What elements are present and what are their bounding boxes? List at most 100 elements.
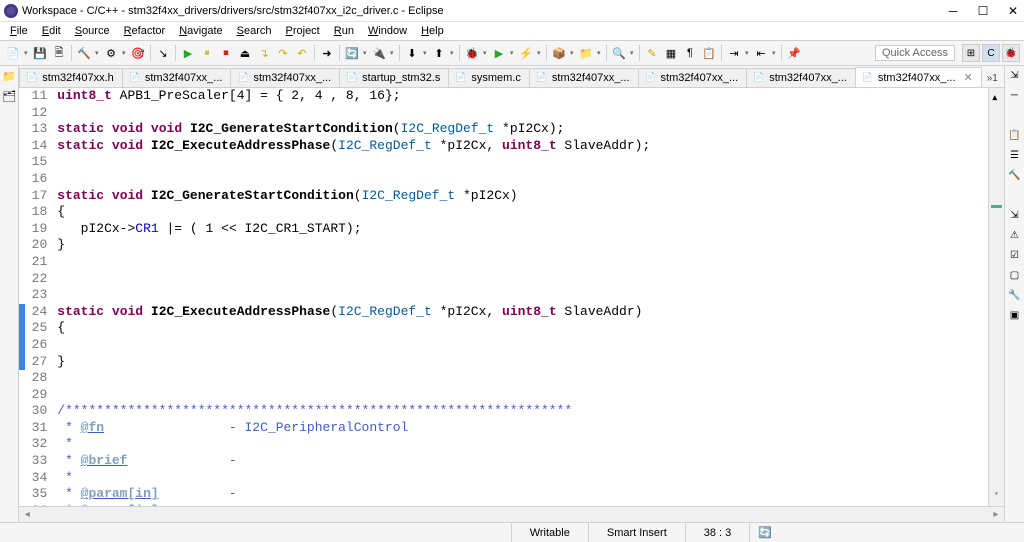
suspend-icon[interactable]: ⏸: [198, 44, 216, 62]
tab-label: stm32f407xx_...: [253, 72, 331, 84]
debug-icon[interactable]: 🐞: [463, 44, 481, 62]
tab-label: stm32f407xx.h: [42, 72, 114, 84]
editor-tab[interactable]: 📄sysmem.c: [448, 68, 530, 87]
disconnect-icon[interactable]: ⏏: [236, 44, 254, 62]
status-writable: Writable: [511, 523, 588, 542]
menu-search[interactable]: Search: [231, 24, 278, 38]
step-into-icon[interactable]: ↴: [255, 44, 273, 62]
new-project-icon[interactable]: 📁: [577, 44, 595, 62]
properties-icon[interactable]: 🔧: [1007, 290, 1021, 304]
build-targets-icon[interactable]: 🔨: [1007, 170, 1021, 184]
editor-tab[interactable]: 📄stm32f407xx_...: [122, 68, 232, 87]
open-type-icon[interactable]: ⬆: [430, 44, 448, 62]
cpp-perspective-icon[interactable]: C: [982, 44, 1000, 62]
task-list-icon[interactable]: ☰: [1007, 150, 1021, 164]
scroll-right-icon[interactable]: ▸: [988, 509, 1004, 520]
prev-annotation-icon[interactable]: ⇤: [752, 44, 770, 62]
restore-icon[interactable]: ⇲: [1007, 70, 1021, 84]
h-file-icon: 📄: [26, 72, 38, 84]
restart-icon[interactable]: 🔄: [343, 44, 361, 62]
scroll-left-icon[interactable]: ◂: [19, 509, 35, 520]
menu-source[interactable]: Source: [69, 24, 116, 38]
c-file-icon: 📄: [645, 72, 657, 84]
build-target-icon[interactable]: 🎯: [129, 44, 147, 62]
debug-perspective-icon[interactable]: 🐞: [1002, 44, 1020, 62]
toggle-word-icon[interactable]: 📋: [700, 44, 718, 62]
editor-tab[interactable]: 📄stm32f407xx_...✕: [855, 67, 982, 87]
step-return-icon[interactable]: ↶: [293, 44, 311, 62]
outline-icon[interactable]: 📋: [1007, 130, 1021, 144]
menu-refactor[interactable]: Refactor: [118, 24, 172, 38]
menu-window[interactable]: Window: [362, 24, 413, 38]
skip-breakpoints-icon[interactable]: ↘: [154, 44, 172, 62]
toggle-mark-icon[interactable]: ✎: [643, 44, 661, 62]
minimize-view-icon[interactable]: ─: [1007, 90, 1021, 104]
main-toolbar: 📄▾ 💾 🗎 🔨▾ ⚙▾ 🎯 ↘ ▶ ⏸ ⏹ ⏏ ↴ ↷ ↶ ➜ 🔄▾ 🔌▾ ⬇…: [0, 40, 1024, 66]
tab-label: stm32f407xx_...: [145, 72, 223, 84]
editor-tab[interactable]: 📄 stm32f407xx_...: [230, 68, 340, 87]
menu-file[interactable]: File: [4, 24, 34, 38]
tab-label: startup_stm32.s: [362, 72, 440, 84]
pin-editor-icon[interactable]: 📌: [785, 44, 803, 62]
project-explorer-icon[interactable]: 📁: [2, 70, 16, 84]
tabs-overflow[interactable]: »1: [981, 70, 1004, 87]
maximize-button[interactable]: ☐: [976, 4, 990, 18]
menu-project[interactable]: Project: [280, 24, 326, 38]
tab-label: sysmem.c: [471, 72, 521, 84]
save-all-icon[interactable]: 🗎: [50, 44, 68, 62]
updates-icon[interactable]: 🔄: [758, 526, 772, 539]
tasks-icon[interactable]: ☑: [1007, 250, 1021, 264]
terminal-icon[interactable]: ▣: [1007, 310, 1021, 324]
editor-tab[interactable]: 📄 startup_stm32.s: [339, 68, 449, 87]
search-icon[interactable]: 🔍: [610, 44, 628, 62]
left-trim: 📁 🗂: [0, 66, 19, 522]
build-config-icon[interactable]: ⚙: [102, 44, 120, 62]
restore-icon-2[interactable]: ⇲: [1007, 210, 1021, 224]
menu-run[interactable]: Run: [328, 24, 360, 38]
horizontal-scrollbar[interactable]: ◂ ▸: [19, 506, 1004, 522]
instruction-step-icon[interactable]: ➜: [318, 44, 336, 62]
window-title: Workspace - C/C++ - stm32f4xx_drivers/dr…: [22, 5, 946, 17]
status-insert: Smart Insert: [588, 523, 685, 542]
new-icon[interactable]: 📄: [4, 44, 22, 62]
code-editor[interactable]: 1112131415161718192021222324252627282930…: [19, 88, 1004, 506]
open-element-icon[interactable]: ⬇: [403, 44, 421, 62]
run-icon[interactable]: ▶: [490, 44, 508, 62]
c-file-icon: 📄: [237, 72, 249, 84]
tab-label: stm32f407xx_...: [661, 72, 739, 84]
problems-icon[interactable]: ⚠: [1007, 230, 1021, 244]
build-icon[interactable]: 🔨: [75, 44, 93, 62]
terminate-icon[interactable]: ⏹: [217, 44, 235, 62]
menu-help[interactable]: Help: [415, 24, 450, 38]
right-trim: ⇲ ─ 📋 ☰ 🔨 ⇲ ⚠ ☑ ▢ 🔧 ▣: [1005, 66, 1024, 522]
editor-tab[interactable]: 📄 stm32f407xx_...: [638, 68, 748, 87]
new-class-icon[interactable]: 📦: [550, 44, 568, 62]
s-file-icon: 📄: [346, 72, 358, 84]
new-dropdown[interactable]: ▾: [23, 49, 30, 57]
vertical-scrollbar[interactable]: ▴ ▾: [988, 88, 1004, 506]
code-area[interactable]: uint8_t APB1_PreScaler[4] = { 2, 4 , 8, …: [55, 88, 988, 506]
new-connection-icon[interactable]: 🔌: [370, 44, 388, 62]
menu-edit[interactable]: Edit: [36, 24, 67, 38]
title-bar: Workspace - C/C++ - stm32f4xx_drivers/dr…: [0, 0, 1024, 22]
editor-tab[interactable]: 📄 stm32f407xx.h: [19, 68, 123, 87]
profiling-icon[interactable]: ⚡: [517, 44, 535, 62]
minimize-button[interactable]: ─: [946, 4, 960, 18]
resume-icon[interactable]: ▶: [179, 44, 197, 62]
quick-access[interactable]: Quick Access: [875, 45, 955, 61]
editor-tab[interactable]: 📄stm32f407xx_...: [529, 68, 639, 87]
editor-tab[interactable]: 📄stm32f407xx_...: [746, 68, 856, 87]
c-file-icon: 📄: [862, 72, 874, 84]
step-over-icon[interactable]: ↷: [274, 44, 292, 62]
show-whitespace-icon[interactable]: ¶: [681, 44, 699, 62]
close-button[interactable]: ✕: [1006, 4, 1020, 18]
close-tab-icon[interactable]: ✕: [964, 71, 973, 84]
next-annotation-icon[interactable]: ⇥: [725, 44, 743, 62]
navigator-icon[interactable]: 🗂: [2, 90, 16, 104]
open-perspective-icon[interactable]: ⊞: [962, 44, 980, 62]
menu-navigate[interactable]: Navigate: [173, 24, 228, 38]
console-icon[interactable]: ▢: [1007, 270, 1021, 284]
status-position: 38 : 3: [685, 523, 750, 542]
save-icon[interactable]: 💾: [31, 44, 49, 62]
toggle-block-icon[interactable]: ▦: [662, 44, 680, 62]
